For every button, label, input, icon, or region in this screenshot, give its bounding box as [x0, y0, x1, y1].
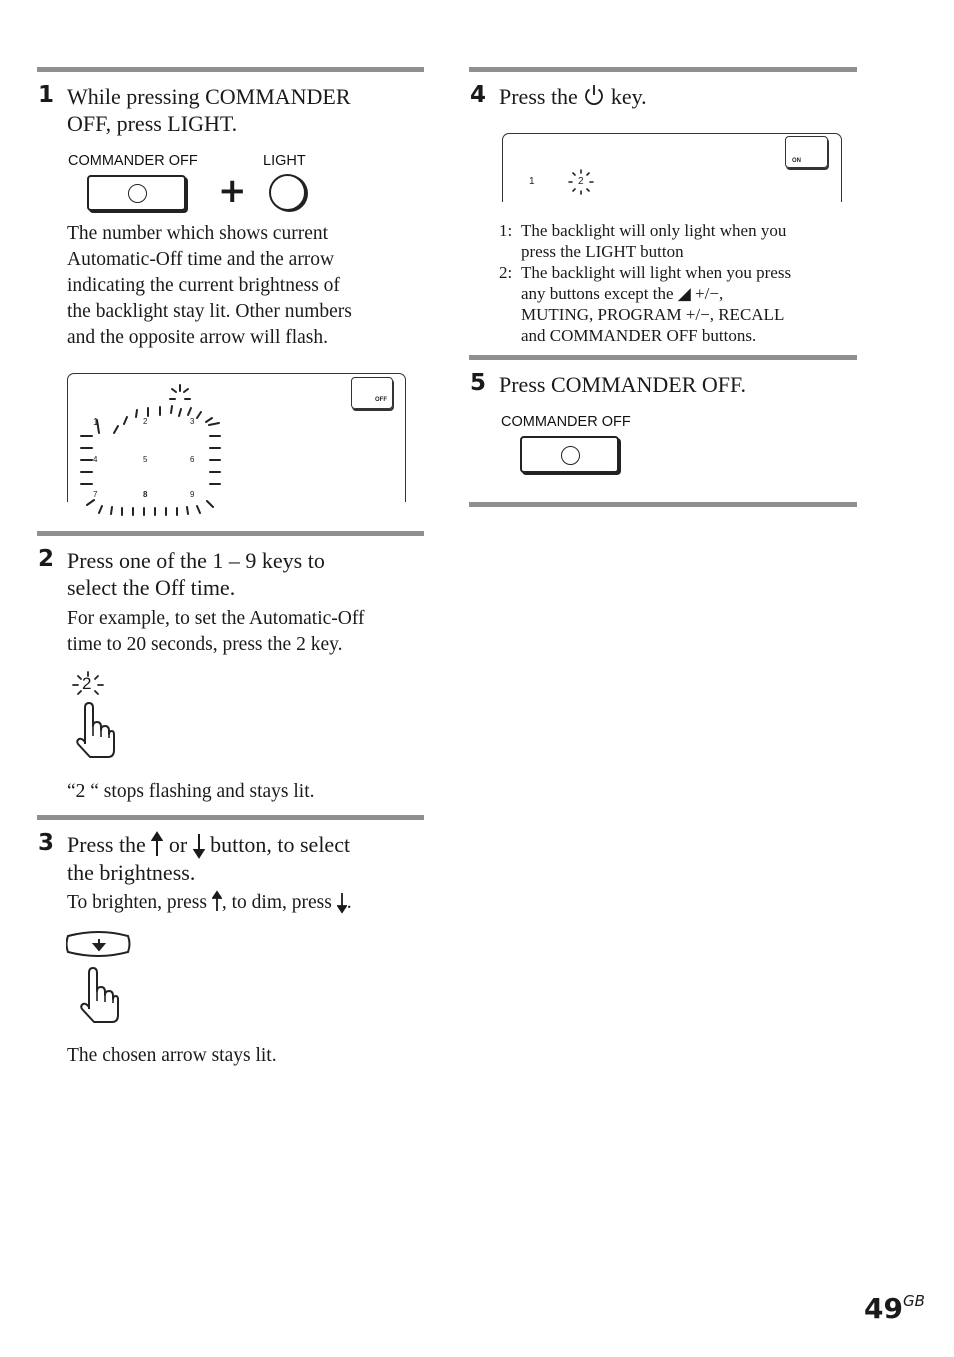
step-heading-line: OFF, press LIGHT.	[67, 111, 238, 136]
up-arrow-icon	[211, 890, 223, 911]
section-divider-step-2	[37, 531, 424, 536]
display-digit: 5	[143, 455, 148, 464]
button-dot-icon	[127, 184, 147, 203]
text-line: and the opposite arrow will flash.	[67, 327, 329, 348]
step-heading-line: While pressing COMMANDER	[67, 84, 351, 109]
note-list: 1: The backlight will only light when yo…	[499, 220, 854, 346]
step-number: 4	[470, 82, 487, 108]
display-digit: 2	[143, 417, 148, 426]
text-line: any buttons except the ◢ +/−,	[521, 284, 724, 303]
step-number: 2	[38, 546, 55, 572]
page-region-suffix: GB	[902, 1292, 925, 1310]
text-line: the backlight stay lit. Other numbers	[67, 301, 352, 322]
heading-text: button, to select	[204, 832, 351, 857]
step-description: For example, to set the Automatic-Off ti…	[67, 606, 365, 658]
page-number: 49GB	[864, 1292, 925, 1325]
display-digit: 1	[529, 176, 535, 187]
light-button	[269, 174, 306, 211]
text-fragment: To brighten, press	[67, 892, 212, 913]
text-line: The number which shows current	[67, 223, 329, 244]
remote-display-illustration: ON 1 2	[502, 133, 842, 202]
display-digit: 7	[93, 490, 98, 499]
key-label: 2	[82, 674, 92, 693]
button-dot-icon	[560, 445, 580, 465]
pressing-finger-icon	[80, 967, 119, 1023]
step-number: 3	[38, 830, 55, 856]
display-digit-blinking: 2	[578, 176, 584, 187]
step-result: “2 “ stops flashing and stays lit.	[67, 781, 315, 802]
blink-mark	[183, 388, 189, 393]
up-arrow-icon	[150, 831, 164, 856]
brightness-button-illustration	[66, 931, 131, 957]
text-line: The backlight will light when you press	[521, 263, 792, 282]
display-digit: 9	[190, 490, 195, 499]
step-result: The chosen arrow stays lit.	[67, 1045, 277, 1066]
note-number: 2:	[499, 263, 513, 282]
step-heading-line: select the Off time.	[67, 575, 236, 600]
text-line: MUTING, PROGRAM +/−, RECALL	[521, 305, 785, 324]
commander-off-label: COMMANDER OFF	[68, 153, 198, 169]
text-line: For example, to set the Automatic-Off	[67, 608, 365, 629]
display-digit: 3	[190, 417, 195, 426]
step-description: To brighten, press , to dim, press .	[67, 890, 352, 916]
note-item: 1: The backlight will only light when yo…	[499, 220, 854, 262]
text-line: press the LIGHT button	[521, 242, 684, 261]
light-label: LIGHT	[263, 153, 306, 169]
pressing-finger-icon	[76, 702, 115, 758]
brightness-arrows-and-digits	[80, 384, 221, 516]
text-fragment: .	[346, 892, 352, 913]
step-heading-line: Press one of the 1 – 9 keys to	[67, 548, 325, 573]
step-heading: While pressing COMMANDER OFF, press LIGH…	[67, 83, 351, 137]
commander-off-button	[87, 175, 186, 211]
text-line: and COMMANDER OFF buttons.	[521, 326, 757, 345]
off-button-illustration: OFF	[351, 377, 393, 409]
step-number: 5	[470, 370, 487, 396]
text-line: indicating the current brightness of	[67, 275, 340, 296]
note-item: 2: The backlight will light when you pre…	[499, 262, 854, 346]
display-digit: 8	[143, 490, 148, 499]
display-digit: 6	[190, 455, 195, 464]
display-digit: 1	[93, 417, 99, 428]
down-arrow-icon	[192, 834, 205, 859]
section-divider-step-1	[37, 67, 424, 72]
step-heading-line: the brightness.	[67, 860, 196, 885]
text-line: time to 20 seconds, press the 2 key.	[67, 634, 343, 655]
on-button-illustration: ON	[785, 136, 828, 168]
heading-text: Press the	[499, 84, 584, 109]
note-number: 1:	[499, 221, 513, 240]
plus-icon: +	[218, 171, 247, 211]
down-arrow-icon	[336, 893, 348, 914]
step-description: The number which shows current Automatic…	[67, 221, 417, 351]
commander-off-button	[520, 436, 619, 473]
section-end-divider	[469, 502, 857, 507]
display-digit: 4	[93, 455, 98, 464]
heading-text: or	[163, 832, 193, 857]
step-heading: Press COMMANDER OFF.	[499, 372, 747, 397]
step-heading: Press one of the 1 – 9 keys to select th…	[67, 547, 325, 601]
page-number-value: 49	[864, 1292, 903, 1325]
heading-text: Press the	[67, 832, 152, 857]
off-label: OFF	[375, 397, 387, 403]
section-divider-step-4	[469, 67, 857, 72]
step-heading: Press the key.	[499, 83, 647, 110]
text-line: The backlight will only light when you	[521, 221, 787, 240]
step-number: 1	[38, 82, 55, 108]
text-fragment: , to dim, press	[221, 892, 337, 913]
power-icon	[585, 85, 604, 106]
blink-mark	[171, 388, 177, 393]
on-label: ON	[792, 158, 801, 164]
section-divider-step-5	[469, 355, 857, 360]
text-line: Automatic-Off time and the arrow	[67, 249, 335, 270]
heading-text: key.	[605, 84, 647, 109]
commander-off-label: COMMANDER OFF	[501, 414, 631, 430]
step-heading: Press the or button, to select the brigh…	[67, 831, 350, 886]
section-divider-step-3	[37, 815, 424, 820]
